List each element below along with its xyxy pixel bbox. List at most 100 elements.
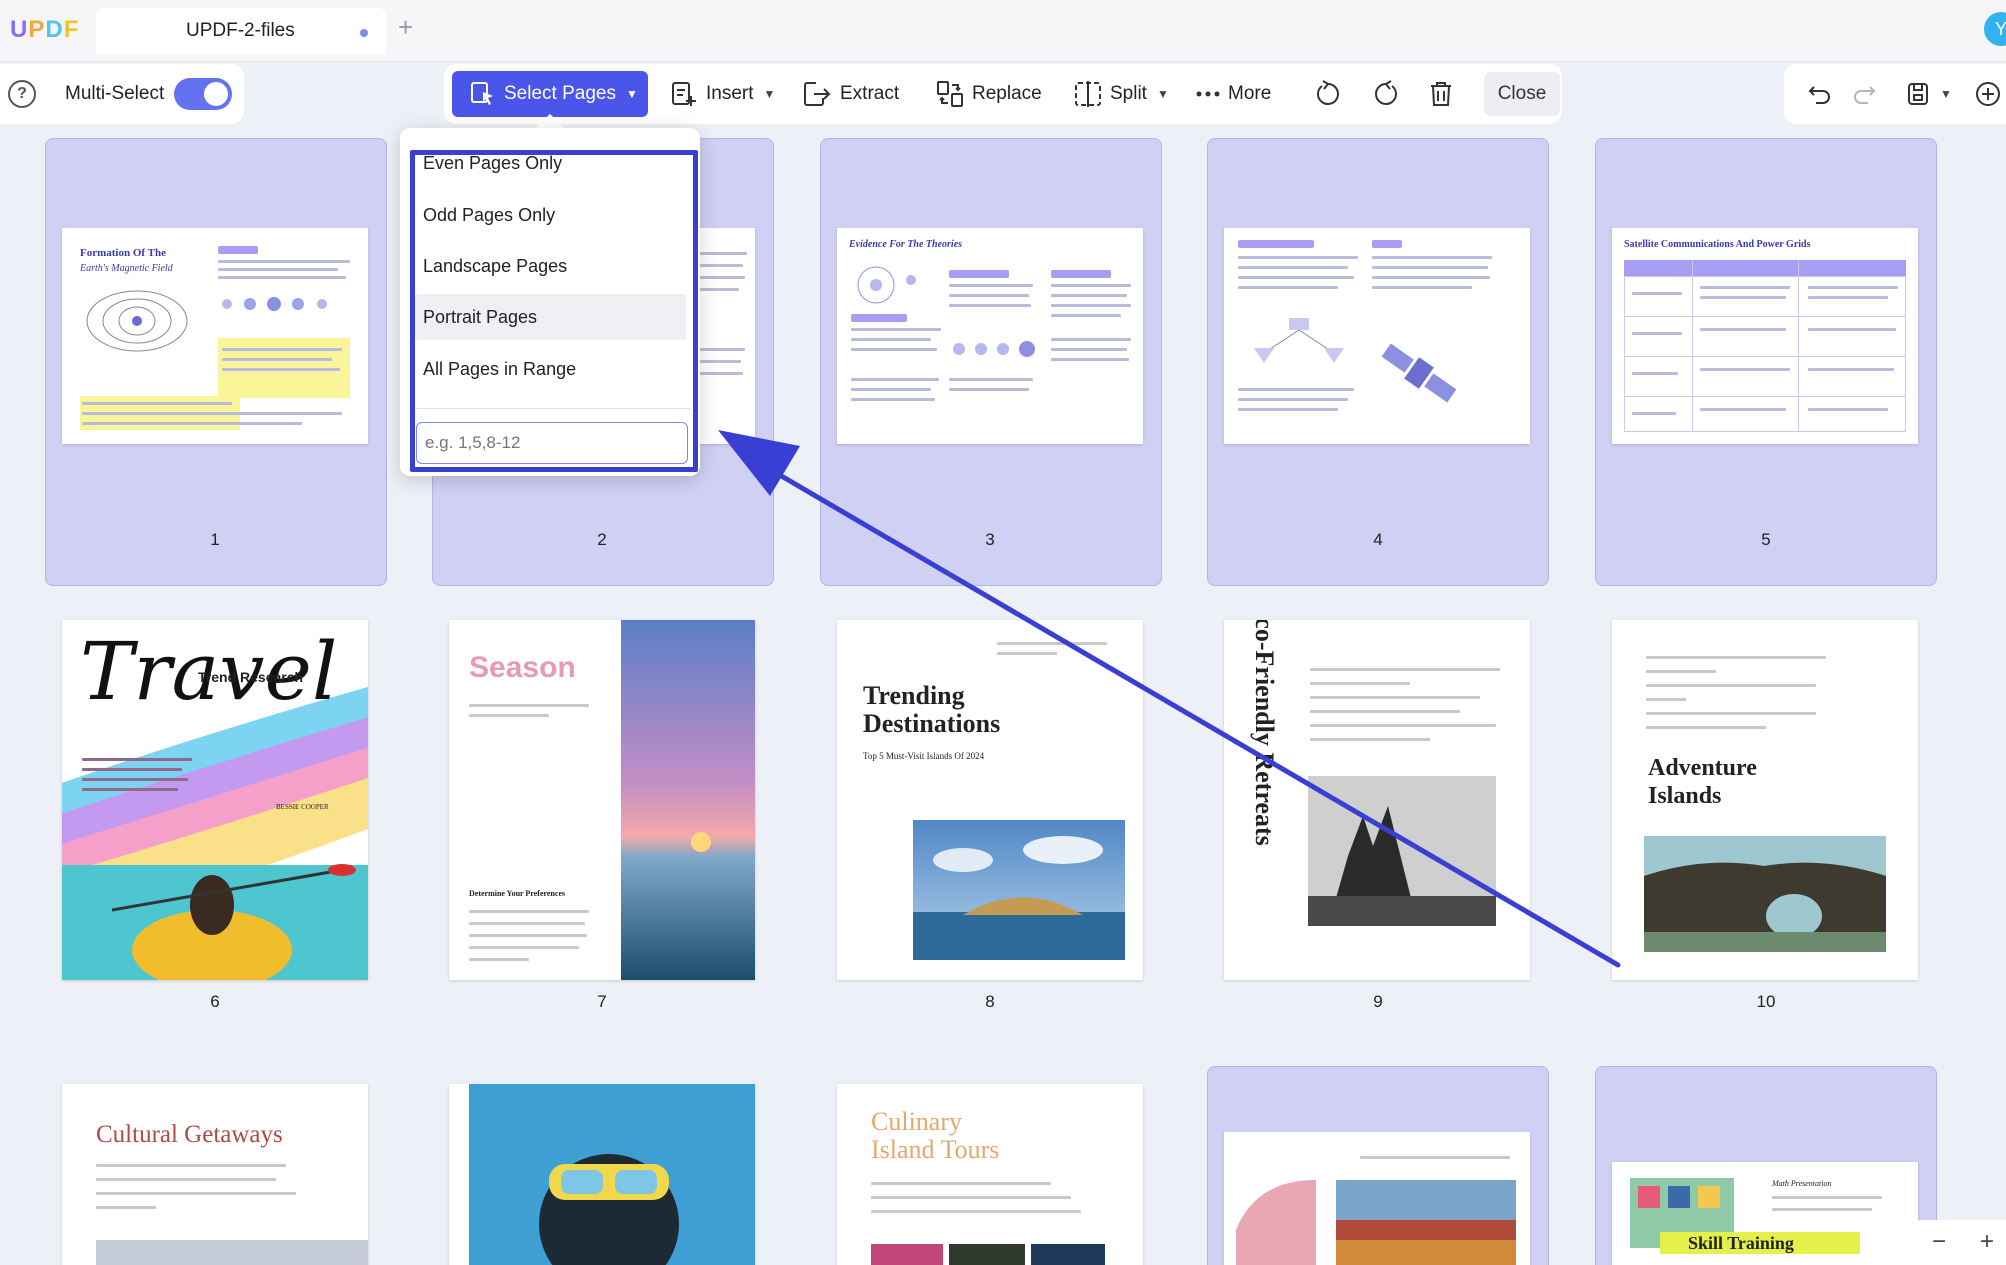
replace-button[interactable]: Replace bbox=[936, 64, 1042, 124]
page-thumbnail[interactable]: Season Determine Your Preferences bbox=[449, 620, 755, 980]
split-label: Split bbox=[1110, 83, 1147, 104]
updf-logo: UPDF bbox=[10, 16, 80, 43]
network-diagram bbox=[1254, 318, 1344, 363]
rotate-left-button[interactable] bbox=[1314, 64, 1342, 124]
user-avatar[interactable]: Y bbox=[1984, 12, 2006, 46]
replace-label: Replace bbox=[972, 83, 1042, 104]
page-heading-line2: Destinations bbox=[863, 709, 1001, 738]
sea-stacks-photo bbox=[1308, 776, 1496, 926]
page-thumbnail[interactable]: Cultural Getaways bbox=[62, 1084, 368, 1265]
trash-icon bbox=[1431, 82, 1451, 106]
page-heading-line2: Island Tours bbox=[871, 1135, 1000, 1164]
undo-icon bbox=[1808, 86, 1830, 104]
page-thumbnail[interactable]: Travel Trend Research BESSIE COOPER bbox=[62, 620, 368, 980]
redo-icon bbox=[1854, 86, 1876, 104]
page-heading: Culinary bbox=[871, 1107, 962, 1136]
more-button[interactable]: More bbox=[1196, 64, 1271, 124]
annotation-highlight-box bbox=[410, 150, 698, 472]
page-thumbnail[interactable] bbox=[1224, 228, 1530, 444]
page-number: 5 bbox=[1761, 530, 1771, 549]
page-number: 8 bbox=[985, 992, 995, 1011]
redo-button[interactable] bbox=[1852, 64, 1876, 124]
extract-label: Extract bbox=[840, 83, 900, 104]
save-button[interactable]: ▼ bbox=[1906, 64, 1952, 124]
extract-button[interactable]: Extract bbox=[802, 64, 899, 124]
chevron-down-icon: ▼ bbox=[1940, 87, 1952, 101]
page-thumbnail[interactable]: Satellite Communications And Power Grids bbox=[1612, 228, 1918, 444]
ai-assistant-icon bbox=[1976, 82, 2000, 106]
tab-title: UPDF-2-files bbox=[186, 20, 295, 41]
rotate-left-icon bbox=[1317, 80, 1339, 105]
insert-label: Insert bbox=[706, 83, 754, 104]
chevron-down-icon: ▼ bbox=[763, 87, 776, 101]
select-pages-icon bbox=[471, 82, 493, 105]
page-heading: Satellite Communications And Power Grids bbox=[1624, 239, 1811, 250]
satellite-illustration bbox=[1381, 343, 1457, 403]
undo-button[interactable] bbox=[1808, 64, 1832, 124]
page-thumbnail[interactable]: Formation Of The Earth's Magnetic Field bbox=[62, 228, 368, 444]
chevron-down-icon: ▼ bbox=[1156, 87, 1169, 101]
sunset-arch-collage bbox=[1236, 1180, 1516, 1265]
split-icon bbox=[1075, 81, 1101, 107]
page-subheading: Trend Research bbox=[198, 669, 304, 685]
ai-assistant-button[interactable] bbox=[1974, 64, 2002, 124]
page-subheading: Math Presentation bbox=[1772, 1179, 1832, 1188]
multi-select-toggle[interactable] bbox=[174, 78, 232, 110]
page-thumbnail[interactable]: Trending Destinations Top 5 Must-Visit I… bbox=[837, 620, 1143, 980]
page-number: 7 bbox=[597, 992, 607, 1011]
page-thumbnail[interactable]: Evidence For The Theories bbox=[837, 228, 1143, 444]
new-tab-button[interactable]: + bbox=[398, 14, 413, 40]
page-number: 1 bbox=[210, 530, 220, 549]
page-thumbnail[interactable]: Adventure Islands bbox=[1612, 620, 1918, 980]
page-heading: Season bbox=[469, 651, 576, 684]
rotate-right-button[interactable] bbox=[1372, 64, 1400, 124]
page-number: 3 bbox=[985, 530, 995, 549]
insert-button[interactable]: Insert ▼ bbox=[670, 64, 775, 124]
save-icon bbox=[1908, 83, 1928, 105]
chevron-down-icon: ▼ bbox=[625, 87, 638, 101]
page-thumbnail[interactable]: Math Presentation Skill Training bbox=[1612, 1162, 1918, 1265]
page-heading: Skill Training bbox=[1688, 1233, 1794, 1253]
page-heading: Formation Of The bbox=[80, 247, 166, 259]
page-number: 9 bbox=[1373, 992, 1383, 1011]
zoom-controls: − + bbox=[1912, 1220, 2006, 1265]
document-tab[interactable]: UPDF-2-files bbox=[96, 8, 386, 54]
help-icon[interactable]: ? bbox=[8, 80, 36, 108]
snorkeler-photo bbox=[469, 1084, 755, 1265]
page-thumbnail[interactable]: Eco-Friendly Retreats bbox=[1224, 620, 1530, 980]
more-dots-icon bbox=[1196, 91, 1220, 97]
tab-bar: UPDF UPDF-2-files + Y bbox=[0, 0, 2006, 62]
page-subheading: Earth's Magnetic Field bbox=[80, 263, 173, 274]
split-button[interactable]: Split ▼ bbox=[1074, 64, 1169, 124]
rotate-right-icon bbox=[1375, 80, 1397, 105]
page-heading: Eco-Friendly Retreats bbox=[1250, 620, 1279, 846]
toolbar-left: ? Multi-Select bbox=[0, 64, 244, 124]
page-thumbnail[interactable]: Culinary Island Tours bbox=[837, 1084, 1143, 1265]
select-pages-label: Select Pages bbox=[504, 83, 616, 104]
more-label: More bbox=[1228, 83, 1272, 104]
insert-icon bbox=[672, 82, 696, 106]
sunset-sea-photo bbox=[621, 620, 755, 980]
replace-icon bbox=[937, 81, 963, 107]
page-heading: Trending bbox=[863, 681, 965, 710]
page-number: 10 bbox=[1756, 992, 1776, 1011]
rock-arch-photo bbox=[1644, 836, 1886, 952]
toggle-knob bbox=[204, 82, 228, 106]
page-subheading: Top 5 Must-Visit Islands Of 2024 bbox=[863, 751, 985, 761]
page-subheading: Determine Your Preferences bbox=[469, 889, 566, 898]
zoom-out-button[interactable]: − bbox=[1932, 1228, 1946, 1256]
unsaved-dot-icon bbox=[360, 29, 368, 37]
page-thumbnail[interactable] bbox=[449, 1084, 755, 1265]
page-heading: Evidence For The Theories bbox=[849, 239, 963, 250]
zoom-in-button[interactable]: + bbox=[1980, 1228, 1994, 1256]
extract-icon bbox=[804, 82, 831, 106]
page-heading-line2: Islands bbox=[1648, 783, 1722, 809]
page-thumbnail[interactable] bbox=[1224, 1132, 1530, 1265]
close-button[interactable]: Close bbox=[1484, 72, 1560, 116]
delete-button[interactable] bbox=[1428, 64, 1454, 124]
page-number: 2 bbox=[597, 530, 607, 549]
page-heading: Cultural Getaways bbox=[96, 1121, 283, 1148]
select-pages-button[interactable]: Select Pages ▼ bbox=[452, 71, 648, 117]
magnetic-field-illustration bbox=[86, 290, 188, 352]
page-number: 6 bbox=[210, 992, 220, 1011]
